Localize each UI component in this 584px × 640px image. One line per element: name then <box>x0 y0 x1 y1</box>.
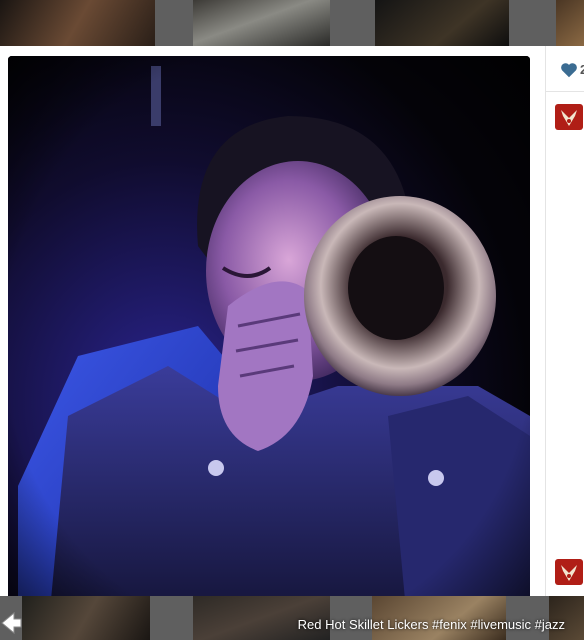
bird-logo-icon <box>561 110 577 126</box>
lightbox-panel <box>0 46 545 632</box>
thumbnail-strip-top <box>0 0 584 46</box>
trumpet-player-image <box>8 56 530 632</box>
like-count: 2 <box>580 62 584 77</box>
bird-logo-icon <box>561 565 577 581</box>
like-row[interactable]: 2 <box>546 46 584 92</box>
thumbnail[interactable] <box>0 0 155 46</box>
avatar[interactable] <box>555 104 583 130</box>
side-panel: 2 <box>545 46 584 596</box>
photo[interactable] <box>8 56 530 632</box>
heart-icon[interactable] <box>560 62 578 78</box>
thumbnail[interactable] <box>22 596 150 640</box>
thumbnail[interactable] <box>556 0 584 46</box>
thumbnail[interactable] <box>375 0 509 46</box>
thumbnail[interactable] <box>193 0 330 46</box>
avatar[interactable] <box>555 559 583 585</box>
photo-caption: Red Hot Skillet Lickers #fenix #livemusi… <box>297 617 565 632</box>
arrow-left-icon[interactable] <box>0 610 22 636</box>
